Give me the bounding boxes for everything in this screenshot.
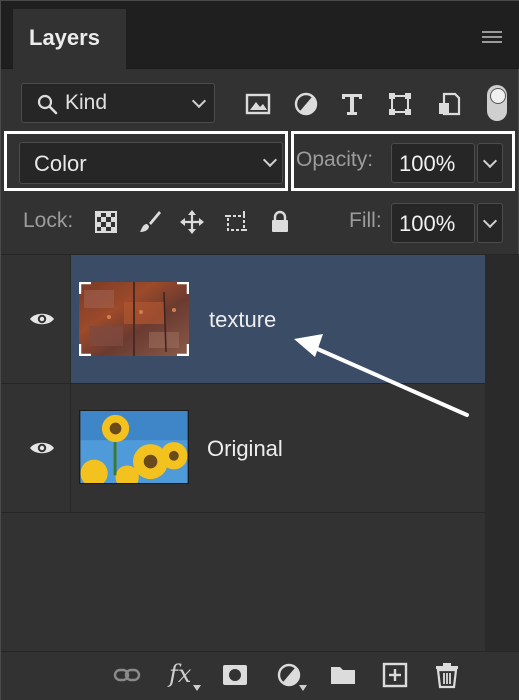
new-layer-icon[interactable]	[381, 661, 409, 689]
trash-icon[interactable]	[433, 661, 461, 689]
layer-style-icon[interactable]: fx	[169, 660, 191, 688]
link-layers-icon[interactable]	[113, 661, 141, 689]
annotation-arrow	[294, 334, 469, 417]
adjustment-dropdown-icon	[299, 685, 307, 691]
layers-panel: Layers Kind Color Opacity: 100% Lock: Fi…	[0, 0, 519, 700]
layer-mask-icon[interactable]	[221, 661, 249, 689]
group-folder-icon[interactable]	[329, 661, 357, 689]
layer-style-dropdown-icon	[193, 685, 201, 691]
